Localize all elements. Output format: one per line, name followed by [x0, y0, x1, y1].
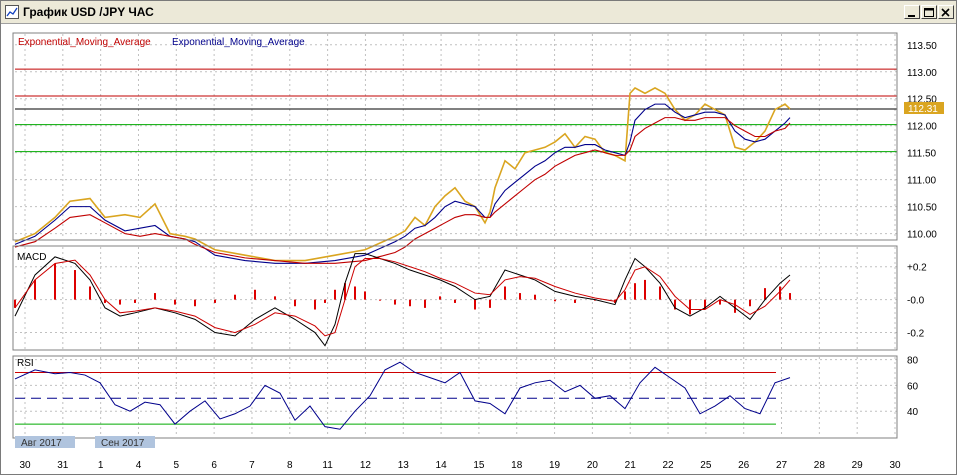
chart-window: График USD /JPY ЧАС 30 31 1 4 5 6 7 8 11 12 13 14 15…	[0, 0, 957, 475]
chart-area[interactable]: 30 31 1 4 5 6 7 8 11 12 13 14 15 18 19 20 21 22 25 26 27 28 29…	[1, 24, 956, 474]
macd-histogram-bar	[194, 299, 196, 307]
y-tick-label: 111.00	[907, 176, 937, 187]
macd-histogram-bar	[439, 296, 441, 300]
y-tick-label: 113.50	[907, 41, 937, 52]
x-tick-label: 20	[587, 460, 599, 471]
macd-histogram-bar	[424, 299, 426, 308]
close-icon	[941, 8, 950, 17]
x-tick-label: 29	[852, 460, 864, 471]
macd-histogram-bar	[534, 294, 536, 300]
macd-histogram-bar	[379, 299, 381, 301]
macd-histogram-bar	[454, 299, 456, 303]
x-tick-label: 7	[249, 460, 255, 471]
x-tick-label: 31	[57, 460, 69, 471]
macd-histogram-bar	[409, 299, 411, 307]
macd-histogram-bar	[134, 299, 136, 303]
macd-histogram-bar	[324, 299, 326, 303]
y-tick-label: 110.50	[907, 203, 937, 214]
y-tick-label: 110.00	[907, 230, 937, 241]
macd-histogram-bar	[689, 299, 691, 315]
macd-histogram-bar	[214, 299, 216, 303]
month-label-aug: Авг 2017	[21, 438, 62, 449]
macd-histogram-bar	[234, 294, 236, 300]
x-tick-label: 4	[136, 460, 142, 471]
y-tick-label: 113.00	[907, 68, 937, 79]
y-tick-label: -0.2	[907, 329, 925, 340]
x-tick-label: 6	[211, 460, 217, 471]
chart-app-icon	[5, 5, 19, 19]
x-tick-label: 30	[19, 460, 31, 471]
x-tick-label: 18	[511, 460, 523, 471]
macd-histogram-bar	[624, 291, 626, 300]
macd-histogram-bar	[574, 299, 576, 303]
y-tick-label: 111.50	[907, 149, 937, 160]
macd-histogram-bar	[354, 286, 356, 300]
macd-histogram-bar	[519, 293, 521, 300]
y-tick-label: -0.0	[907, 296, 925, 307]
macd-histogram-bar	[174, 299, 176, 305]
macd-histogram-bar	[789, 293, 791, 300]
x-tick-label: 11	[322, 460, 333, 471]
x-tick-label: 14	[436, 460, 448, 471]
x-tick-label: 30	[889, 460, 901, 471]
x-tick-label: 25	[700, 460, 712, 471]
macd-histogram-bar	[554, 299, 556, 302]
indicator-label-ema-2: Exponential_Moving_Average	[172, 37, 305, 48]
x-tick-label: 13	[398, 460, 410, 471]
macd-label: MACD	[17, 252, 46, 263]
macd-histogram-bar	[764, 288, 766, 300]
x-tick-label: 28	[814, 460, 826, 471]
y-tick-label: 40	[907, 407, 919, 418]
macd-histogram-bar	[54, 263, 56, 300]
x-tick-label: 12	[360, 460, 372, 471]
x-tick-label: 8	[287, 460, 293, 471]
rsi-label: RSI	[17, 358, 34, 369]
macd-histogram-bar	[779, 286, 781, 300]
minimize-icon	[908, 15, 915, 17]
y-tick-label: 80	[907, 356, 919, 367]
macd-histogram-bar	[634, 283, 636, 300]
macd-histogram-bar	[659, 286, 661, 300]
current-price-label: 112.31	[908, 104, 938, 115]
macd-histogram-bar	[474, 299, 476, 310]
x-tick-label: 15	[473, 460, 485, 471]
macd-histogram-bar	[734, 299, 736, 313]
month-label-sep: Сен 2017	[101, 438, 145, 449]
x-tick-label: 26	[738, 460, 750, 471]
x-tick-label: 1	[98, 460, 104, 471]
close-button[interactable]	[938, 5, 954, 19]
indicator-label-ema-1: Exponential_Moving_Average	[18, 37, 151, 48]
maximize-button[interactable]	[921, 5, 937, 19]
macd-histogram-bar	[314, 299, 316, 310]
x-tick-label: 21	[625, 460, 637, 471]
x-tick-label: 22	[662, 460, 674, 471]
macd-histogram-bar	[489, 299, 491, 308]
macd-histogram-bar	[34, 279, 36, 300]
maximize-icon	[924, 8, 934, 17]
y-tick-label: +0.2	[907, 263, 927, 274]
minimize-button[interactable]	[904, 5, 920, 19]
macd-histogram-bar	[274, 296, 276, 300]
x-tick-label: 19	[549, 460, 561, 471]
window-title: График USD /JPY ЧАС	[23, 5, 154, 19]
macd-histogram-bar	[119, 299, 121, 305]
macd-histogram-bar	[394, 299, 396, 305]
x-tick-label: 27	[776, 460, 788, 471]
macd-histogram-bar	[254, 289, 256, 300]
macd-histogram-bar	[504, 286, 506, 300]
macd-histogram-bar	[294, 299, 296, 307]
macd-histogram-bar	[749, 299, 751, 307]
y-tick-label: 60	[907, 381, 919, 392]
macd-histogram-bar	[334, 289, 336, 300]
macd-histogram-bar	[154, 293, 156, 300]
x-tick-label: 5	[174, 460, 180, 471]
y-tick-label: 112.00	[907, 122, 937, 133]
macd-histogram-bar	[644, 279, 646, 300]
macd-histogram-bar	[89, 286, 91, 300]
title-bar[interactable]: График USD /JPY ЧАС	[1, 1, 956, 24]
macd-histogram-bar	[74, 270, 76, 300]
macd-histogram-bar	[364, 291, 366, 300]
